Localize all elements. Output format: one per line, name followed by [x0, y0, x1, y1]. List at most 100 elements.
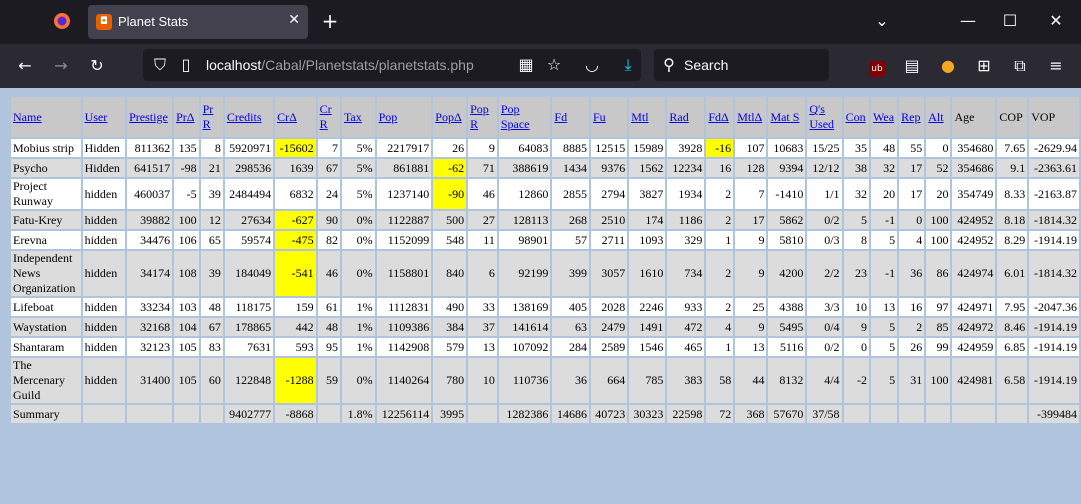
table-cell: 59574: [222, 229, 276, 251]
reload-icon[interactable]: ↻: [86, 56, 108, 76]
table-cell: 780: [431, 356, 469, 405]
sort-link[interactable]: Pop: [379, 110, 398, 124]
column-header[interactable]: Fd: [550, 95, 591, 139]
sort-link[interactable]: Mtl: [631, 110, 648, 124]
sort-link[interactable]: FdΔ: [708, 110, 728, 124]
column-header[interactable]: Wea: [869, 95, 900, 139]
column-header[interactable]: Fu: [588, 95, 630, 139]
sort-link[interactable]: Con: [846, 110, 866, 124]
column-header[interactable]: Pr R: [198, 95, 225, 139]
table-cell: 26: [897, 336, 927, 358]
pocket-icon[interactable]: ◡: [583, 55, 601, 75]
maximize-icon[interactable]: ☐: [1000, 11, 1020, 31]
table-cell: -1814.32: [1027, 209, 1081, 231]
column-header[interactable]: FdΔ: [704, 95, 736, 139]
table-cell: 579: [431, 336, 469, 358]
column-header[interactable]: PopΔ: [431, 95, 469, 139]
sort-link[interactable]: Pop Space: [501, 102, 530, 131]
sort-link[interactable]: Q's Used: [809, 102, 834, 131]
back-icon[interactable]: ←: [14, 56, 36, 76]
reader-icon[interactable]: ▤: [901, 56, 923, 76]
search-box[interactable]: ⚲ Search: [654, 49, 829, 81]
sort-link[interactable]: PrΔ: [176, 110, 194, 124]
table-cell: 2794: [588, 177, 630, 211]
active-tab[interactable]: ◘ Planet Stats ✕: [88, 5, 308, 39]
table-cell: Psycho: [9, 157, 83, 179]
table-cell: 2246: [627, 296, 668, 318]
sort-link[interactable]: Credits: [227, 110, 262, 124]
column-header[interactable]: Pop: [374, 95, 434, 139]
table-cell: 159: [273, 296, 318, 318]
column-header[interactable]: Rad: [665, 95, 707, 139]
close-window-icon[interactable]: ✕: [1046, 11, 1066, 31]
url-text[interactable]: localhost/Cabal/Planetstats/planetstats.…: [206, 57, 474, 73]
table-cell: 38: [841, 157, 872, 179]
tab-list-chevron-icon[interactable]: ⌄: [872, 11, 892, 31]
column-header[interactable]: Tax: [339, 95, 377, 139]
sort-link[interactable]: Fd: [554, 110, 567, 124]
table-cell: 39882: [125, 209, 175, 231]
column-header[interactable]: User: [80, 95, 128, 139]
table-cell: -1: [869, 209, 900, 231]
column-header[interactable]: Con: [841, 95, 872, 139]
column-header[interactable]: Pop Space: [496, 95, 553, 139]
sort-link[interactable]: Alt: [928, 110, 943, 124]
table-cell: 128: [733, 157, 769, 179]
column-header[interactable]: Name: [9, 95, 83, 139]
column-header[interactable]: Mtl: [627, 95, 668, 139]
table-cell: 17: [897, 157, 927, 179]
sort-link[interactable]: PopΔ: [435, 110, 461, 124]
grid-plus-icon[interactable]: ⊞: [973, 56, 995, 76]
url-bar[interactable]: ⛉ ▯ localhost/Cabal/Planetstats/planetst…: [143, 49, 641, 81]
sort-link[interactable]: Prestige: [129, 110, 168, 124]
column-header[interactable]: Cr R: [315, 95, 342, 139]
sort-link[interactable]: Pop R: [470, 102, 489, 131]
column-header[interactable]: Credits: [222, 95, 276, 139]
table-cell: 100: [172, 209, 201, 231]
sort-link[interactable]: Mat S: [770, 110, 799, 124]
tab-close-icon[interactable]: ✕: [288, 12, 300, 28]
minimize-icon[interactable]: —: [958, 11, 978, 31]
shield-icon[interactable]: ⛉: [151, 55, 169, 75]
sort-link[interactable]: Pr R: [203, 102, 214, 131]
extension-icon[interactable]: ●: [937, 56, 959, 76]
table-cell: 424952: [950, 209, 998, 231]
sort-link[interactable]: Wea: [873, 110, 894, 124]
column-header[interactable]: Mat S: [766, 95, 808, 139]
column-header[interactable]: Prestige: [125, 95, 175, 139]
sort-link[interactable]: Rep: [901, 110, 920, 124]
table-cell: 15989: [627, 137, 668, 159]
table-cell: -2363.61: [1027, 157, 1081, 179]
new-tab-icon[interactable]: +: [320, 11, 340, 31]
table-cell: 16: [897, 296, 927, 318]
sort-link[interactable]: Fu: [593, 110, 606, 124]
grid-icon[interactable]: ▦: [517, 55, 535, 75]
table-cell: -15602: [273, 137, 318, 159]
sort-link[interactable]: CrΔ: [277, 110, 297, 124]
column-header[interactable]: Rep: [897, 95, 927, 139]
column-header[interactable]: MtlΔ: [733, 95, 769, 139]
puzzle-icon[interactable]: ⧉: [1009, 56, 1031, 76]
column-header[interactable]: PrΔ: [172, 95, 201, 139]
column-header[interactable]: CrΔ: [273, 95, 318, 139]
page-icon[interactable]: ▯: [177, 55, 195, 75]
forward-icon[interactable]: →: [50, 56, 72, 76]
sort-link[interactable]: Cr R: [320, 102, 332, 131]
star-icon[interactable]: ☆: [545, 55, 563, 75]
download-icon[interactable]: ⤓: [619, 55, 637, 75]
table-cell: 2484494: [222, 177, 276, 211]
column-header[interactable]: Alt: [924, 95, 953, 139]
column-header[interactable]: Pop R: [466, 95, 499, 139]
column-header[interactable]: Q's Used: [805, 95, 844, 139]
summary-cell: 1282386: [496, 403, 553, 425]
ublock-icon[interactable]: ub: [866, 56, 888, 77]
table-cell: 9: [733, 316, 769, 338]
sort-link[interactable]: Tax: [344, 110, 362, 124]
sort-link[interactable]: MtlΔ: [737, 110, 762, 124]
table-cell: 490: [431, 296, 469, 318]
sort-link[interactable]: User: [85, 110, 108, 124]
sort-link[interactable]: Name: [13, 110, 42, 124]
firefox-icon[interactable]: [52, 12, 72, 32]
menu-icon[interactable]: ≡: [1045, 56, 1067, 76]
sort-link[interactable]: Rad: [669, 110, 688, 124]
